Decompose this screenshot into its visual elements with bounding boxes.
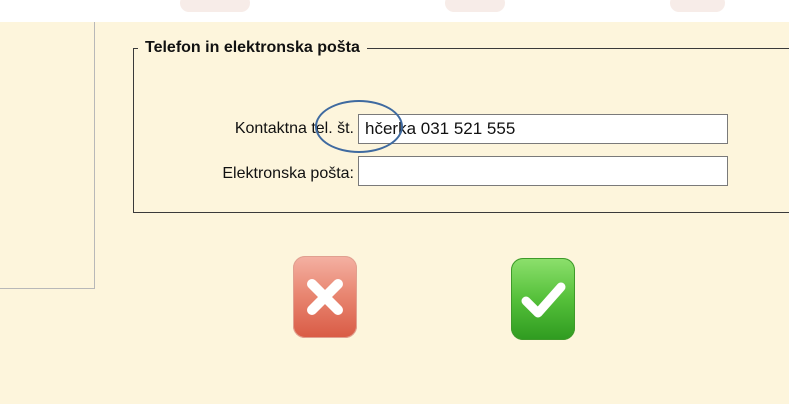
email-label: Elektronska pošta: <box>222 165 354 182</box>
decorative-blob <box>670 0 725 12</box>
checkmark-icon <box>521 282 566 318</box>
phone-label: Kontaktna tel. št. <box>234 120 354 137</box>
left-frame <box>0 22 95 289</box>
fieldset-legend: Telefon in elektronska pošta <box>138 37 367 59</box>
decorative-blob <box>180 0 250 12</box>
phone-input[interactable] <box>358 114 728 144</box>
close-x-icon <box>307 279 343 315</box>
decorative-blob <box>445 0 505 12</box>
email-input[interactable] <box>358 156 728 186</box>
cancel-button[interactable] <box>293 256 357 338</box>
top-strip <box>0 0 789 22</box>
confirm-button[interactable] <box>511 258 575 340</box>
